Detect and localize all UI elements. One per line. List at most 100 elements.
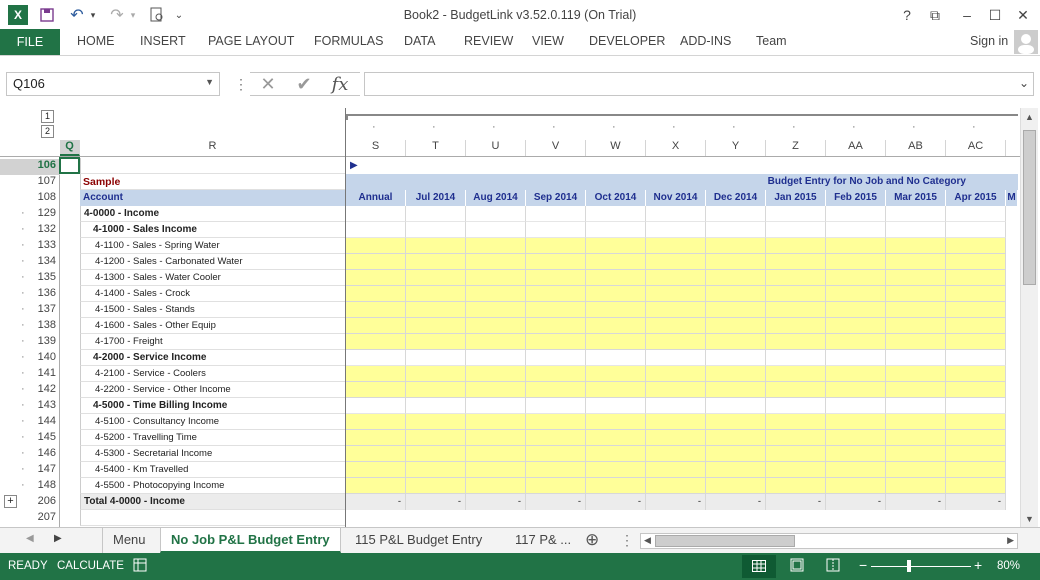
budget-cell[interactable] (526, 382, 586, 398)
column-group-bracket[interactable] (346, 114, 1018, 120)
budget-cell[interactable] (646, 446, 706, 462)
normal-view-button[interactable] (742, 555, 776, 578)
budget-cell[interactable] (646, 510, 706, 526)
tab-insert[interactable]: INSERT (140, 34, 186, 48)
budget-cell[interactable] (586, 286, 646, 302)
budget-cell[interactable] (946, 382, 1006, 398)
budget-cell[interactable] (826, 382, 886, 398)
budget-cell[interactable] (406, 318, 466, 334)
row-outline-dot[interactable]: · (21, 415, 25, 427)
row-number[interactable]: 137 (0, 303, 60, 319)
budget-cell[interactable] (826, 366, 886, 382)
macro-record-icon[interactable] (133, 558, 147, 575)
row-outline-dot[interactable]: · (21, 255, 25, 267)
budget-cell[interactable] (526, 510, 586, 526)
scroll-left-icon[interactable]: ◀ (644, 535, 651, 546)
budget-cell[interactable] (946, 446, 1006, 462)
budget-cell[interactable] (526, 462, 586, 478)
budget-cell[interactable] (406, 286, 466, 302)
budget-cell[interactable] (526, 366, 586, 382)
budget-cell[interactable] (946, 270, 1006, 286)
budget-cell[interactable] (466, 334, 526, 350)
budget-cell[interactable] (466, 222, 526, 238)
sheet-tab-no-job-pl[interactable]: No Job P&L Budget Entry (160, 528, 341, 553)
budget-cell[interactable] (886, 430, 946, 446)
page-layout-view-icon[interactable] (790, 558, 804, 575)
budget-cell[interactable] (826, 318, 886, 334)
budget-cell[interactable] (586, 366, 646, 382)
budget-cell[interactable] (766, 510, 826, 526)
budget-cell[interactable] (826, 238, 886, 254)
budget-cell[interactable] (946, 510, 1006, 526)
budget-cell[interactable] (586, 414, 646, 430)
budget-cell[interactable] (886, 478, 946, 494)
sheet-nav-prev-icon[interactable]: ◀ (26, 533, 34, 544)
budget-cell[interactable] (466, 462, 526, 478)
tab-page-layout[interactable]: PAGE LAYOUT (208, 34, 294, 48)
budget-cell[interactable] (346, 286, 406, 302)
row-number[interactable]: 142 (0, 383, 60, 399)
budget-cell[interactable] (406, 222, 466, 238)
account-label[interactable]: 4-5300 - Secretarial Income (80, 446, 346, 462)
budget-cell[interactable] (886, 350, 946, 366)
budget-cell[interactable] (886, 286, 946, 302)
tab-formulas[interactable]: FORMULAS (314, 34, 383, 48)
budget-cell[interactable] (466, 398, 526, 414)
budget-cell[interactable] (466, 510, 526, 526)
help-button[interactable]: ? (895, 5, 919, 25)
budget-cell[interactable] (826, 254, 886, 270)
budget-cell[interactable] (646, 414, 706, 430)
budget-cell[interactable] (466, 318, 526, 334)
worksheet-grid[interactable]: 1 2 1 2 QRSTUVWXYZAAABAC ··········· 106… (0, 108, 1040, 527)
budget-cell[interactable] (586, 350, 646, 366)
budget-cell[interactable] (346, 254, 406, 270)
budget-cell[interactable] (466, 302, 526, 318)
account-label[interactable]: 4-1700 - Freight (80, 334, 346, 350)
budget-cell[interactable]: - (646, 494, 706, 510)
row-outline-dot[interactable]: · (21, 239, 25, 251)
row-outline-dot[interactable]: · (21, 287, 25, 299)
budget-cell[interactable] (646, 222, 706, 238)
column-header-t[interactable]: T (406, 140, 466, 156)
budget-cell[interactable] (646, 318, 706, 334)
budget-cell[interactable] (586, 270, 646, 286)
budget-cell[interactable] (466, 382, 526, 398)
account-label[interactable]: 4-5500 - Photocopying Income (80, 478, 346, 494)
column-outline-dot[interactable]: · (492, 121, 496, 133)
row-number[interactable]: 143 (0, 399, 60, 415)
budget-cell[interactable] (346, 222, 406, 238)
budget-cell[interactable] (646, 270, 706, 286)
budget-cell[interactable] (586, 206, 646, 222)
budget-cell[interactable] (346, 366, 406, 382)
budget-cell[interactable] (586, 446, 646, 462)
budget-cell[interactable] (646, 206, 706, 222)
budget-cell[interactable] (826, 350, 886, 366)
row-number[interactable]: 140 (0, 351, 60, 367)
budget-cell[interactable] (766, 398, 826, 414)
sheet-nav-next-icon[interactable]: ▶ (54, 533, 62, 544)
budget-cell[interactable] (586, 238, 646, 254)
budget-cell[interactable] (766, 478, 826, 494)
budget-cell[interactable] (946, 254, 1006, 270)
account-label[interactable]: 4-5200 - Travelling Time (80, 430, 346, 446)
budget-cell[interactable] (646, 462, 706, 478)
budget-cell[interactable] (346, 414, 406, 430)
budget-cell[interactable] (406, 478, 466, 494)
budget-cell[interactable] (826, 446, 886, 462)
budget-cell[interactable] (886, 510, 946, 526)
budget-cell[interactable] (466, 366, 526, 382)
budget-cell[interactable] (346, 430, 406, 446)
column-outline-dot[interactable]: · (612, 121, 616, 133)
row-outline-dot[interactable]: · (21, 431, 25, 443)
budget-cell[interactable] (946, 286, 1006, 302)
column-header-ab[interactable]: AB (886, 140, 946, 156)
column-outline-level-2[interactable]: 2 (41, 125, 54, 138)
budget-cell[interactable] (886, 206, 946, 222)
column-outline-dot[interactable]: · (912, 121, 916, 133)
budget-cell[interactable] (466, 414, 526, 430)
budget-cell[interactable] (706, 446, 766, 462)
budget-cell[interactable]: - (526, 494, 586, 510)
budget-cell[interactable] (706, 238, 766, 254)
tab-home[interactable]: HOME (77, 34, 115, 48)
budget-cell[interactable] (406, 446, 466, 462)
